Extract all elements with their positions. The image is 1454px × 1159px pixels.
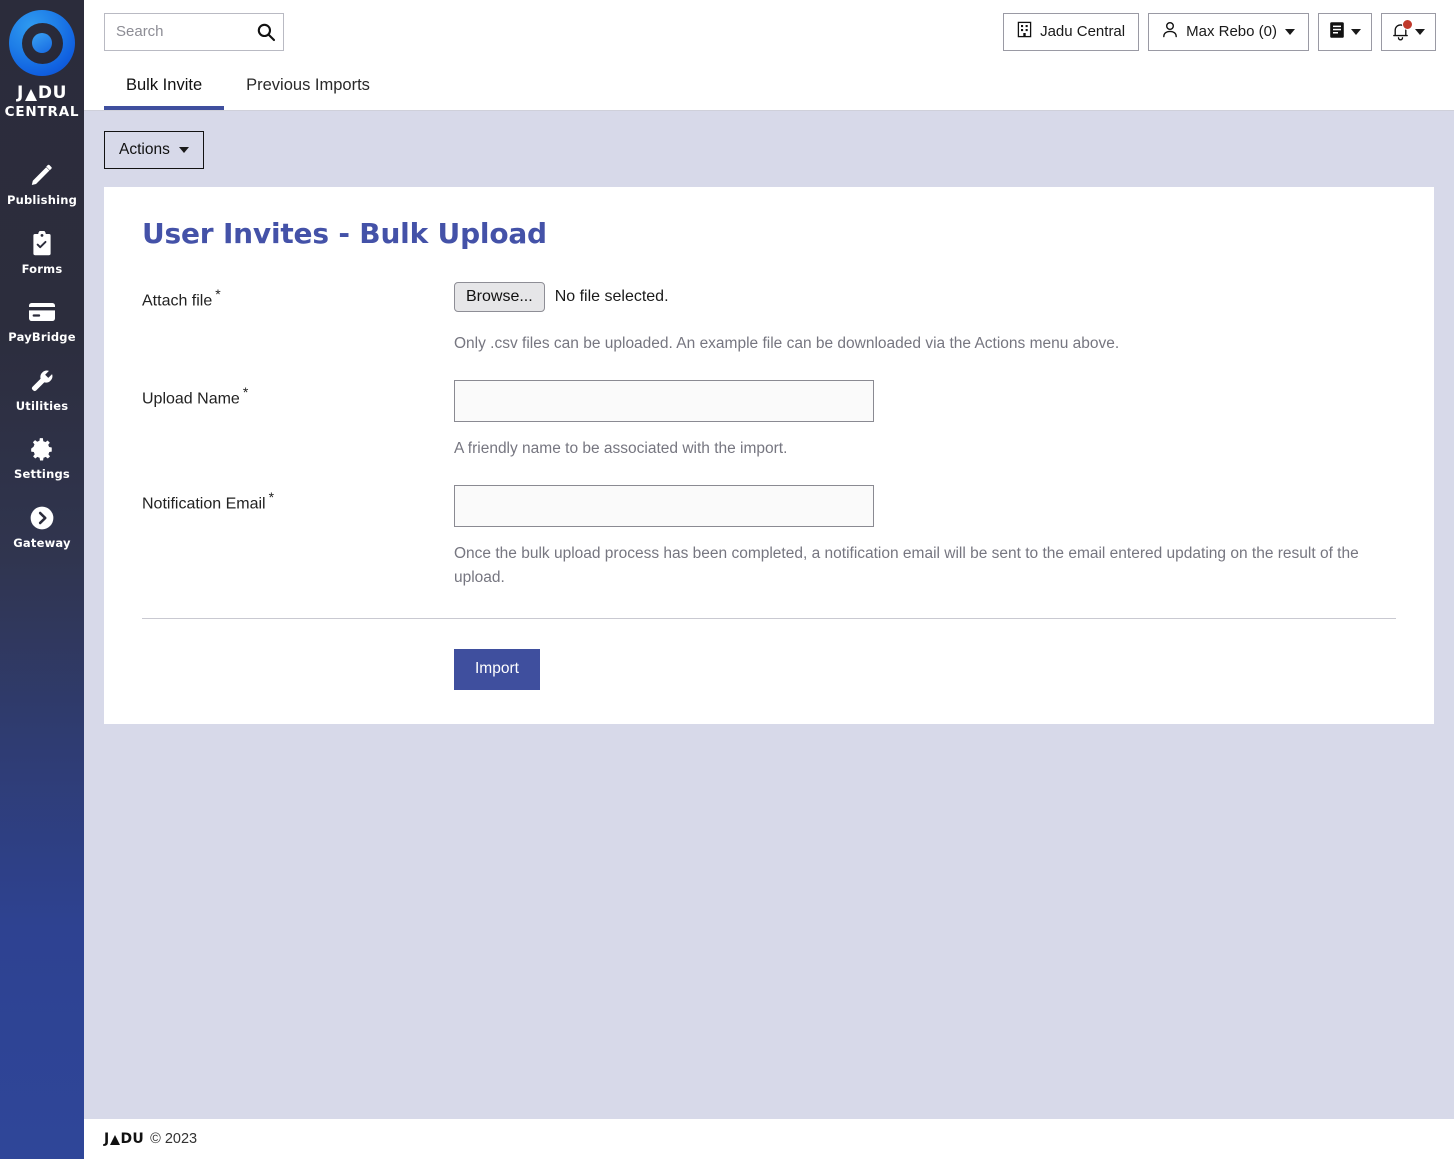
attach-file-label: Attach file *: [142, 282, 454, 310]
sidebar-item-label: Settings: [14, 467, 70, 481]
notification-badge: [1402, 19, 1413, 30]
jadu-donut-logo-icon: [9, 10, 75, 76]
app-root: J DU CENTRAL Publishing Forms PayBridge …: [0, 0, 1454, 1159]
notification-email-label-text: Notification Email: [142, 495, 266, 513]
search-icon[interactable]: [254, 20, 278, 44]
building-icon: [1017, 21, 1032, 42]
chevron-down-icon: [1285, 28, 1295, 35]
wrench-icon: [29, 366, 55, 396]
site-switcher-label: Jadu Central: [1040, 23, 1126, 40]
user-menu-label: Max Rebo (0): [1186, 23, 1277, 40]
field-row-upload-name: Upload Name * A friendly name to be assoc…: [124, 380, 1414, 461]
notification-email-input[interactable]: [454, 485, 874, 528]
topbar: Jadu Central Max Rebo (0): [84, 0, 1454, 63]
attach-file-hint: Only .csv files can be uploaded. An exam…: [454, 335, 1120, 352]
footer: J DU © 2023: [84, 1119, 1454, 1159]
book-icon: [1329, 21, 1345, 43]
field-row-notification-email: Notification Email * Once the bulk upload…: [124, 485, 1414, 590]
sidebar-nav: Publishing Forms PayBridge Utilities Set…: [0, 148, 84, 559]
logo-word-left: J: [16, 83, 24, 103]
sidebar-item-gateway[interactable]: Gateway: [0, 491, 84, 560]
chevron-right-circle-icon: [29, 503, 55, 533]
notification-email-field: Once the bulk upload process has been co…: [454, 485, 1414, 590]
upload-name-field: A friendly name to be associated with th…: [454, 380, 1414, 461]
file-status-text: No file selected.: [554, 288, 669, 305]
credit-card-icon: [28, 297, 56, 327]
attach-file-label-text: Attach file: [142, 292, 213, 310]
site-switcher-button[interactable]: Jadu Central: [1003, 12, 1140, 51]
bell-icon: [1392, 19, 1413, 41]
docs-menu-button[interactable]: [1318, 12, 1372, 51]
sidebar-item-publishing[interactable]: Publishing: [0, 148, 84, 217]
attach-file-field: Browse... No file selected. Only .csv fi…: [454, 282, 1414, 356]
logo-word-right: DU: [37, 83, 68, 103]
search-box: [104, 12, 284, 51]
required-marker: *: [242, 384, 249, 401]
footer-copyright: © 2023: [150, 1131, 198, 1147]
footer-logo-left: J: [104, 1131, 110, 1147]
browse-button[interactable]: Browse...: [454, 282, 545, 312]
sidebar-item-label: PayBridge: [8, 330, 76, 344]
sidebar-item-label: Utilities: [15, 398, 69, 413]
user-menu-button[interactable]: Max Rebo (0): [1148, 12, 1309, 51]
sidebar-item-settings[interactable]: Settings: [0, 422, 84, 491]
file-upload-control: Browse... No file selected.: [454, 282, 1394, 312]
upload-name-label: Upload Name *: [142, 380, 454, 408]
sidebar-item-paybridge[interactable]: PayBridge: [0, 285, 84, 354]
notification-email-label: Notification Email *: [142, 485, 454, 513]
content-spacer: [84, 723, 1454, 1119]
required-marker: *: [268, 489, 275, 506]
bulk-upload-card: User Invites - Bulk Upload Attach file * …: [104, 187, 1434, 724]
sidebar-item-forms[interactable]: Forms: [0, 217, 84, 286]
notifications-button[interactable]: [1381, 12, 1436, 51]
chevron-down-icon: [1351, 28, 1361, 35]
sidebar-item-utilities[interactable]: Utilities: [0, 354, 84, 423]
footer-logo-right: DU: [120, 1131, 145, 1147]
tab-bulk-invite[interactable]: Bulk Invite: [104, 76, 225, 110]
upload-name-label-text: Upload Name: [142, 390, 240, 408]
tab-bar: Bulk Invite Previous Imports: [84, 63, 1454, 111]
actions-dropdown-button[interactable]: Actions: [104, 131, 204, 169]
main-area: Jadu Central Max Rebo (0): [84, 0, 1454, 1159]
gear-icon: [29, 434, 55, 464]
action-bar: Actions: [84, 111, 1454, 187]
notification-email-hint: Once the bulk upload process has been co…: [454, 545, 1359, 587]
clipboard-check-icon: [30, 229, 54, 259]
footer-logo-triangle-a-icon: [110, 1135, 121, 1145]
pencil-icon: [29, 160, 55, 190]
required-marker: *: [215, 286, 221, 302]
sidebar-item-label: Publishing: [6, 193, 78, 207]
field-row-attach-file: Attach file * Browse... No file selected.…: [124, 282, 1414, 356]
import-button[interactable]: Import: [454, 649, 540, 690]
page-title: User Invites - Bulk Upload: [142, 217, 547, 250]
sidebar-logo-subtitle: CENTRAL: [4, 104, 80, 120]
page-content: Actions User Invites - Bulk Upload Attac…: [84, 111, 1454, 1119]
topbar-right-controls: Jadu Central Max Rebo (0): [1003, 12, 1436, 51]
brand[interactable]: J DU CENTRAL: [0, 6, 84, 120]
sidebar-item-label: Gateway: [13, 535, 71, 550]
upload-name-hint: A friendly name to be associated with th…: [454, 440, 788, 458]
chevron-down-icon: [178, 147, 189, 153]
chevron-down-icon: [1415, 28, 1425, 35]
tab-previous-imports[interactable]: Previous Imports: [224, 76, 392, 111]
sidebar-logo-wordmark: J DU: [17, 85, 67, 102]
upload-name-input[interactable]: [454, 380, 874, 423]
sidebar-item-label: Forms: [21, 261, 63, 276]
logo-triangle-a-icon: [24, 88, 37, 101]
sidebar: J DU CENTRAL Publishing Forms PayBridge …: [0, 0, 84, 1159]
footer-logo: J DU: [104, 1131, 144, 1147]
submit-row: Import: [124, 619, 1414, 690]
actions-label: Actions: [119, 141, 170, 158]
user-icon: [1162, 21, 1178, 42]
